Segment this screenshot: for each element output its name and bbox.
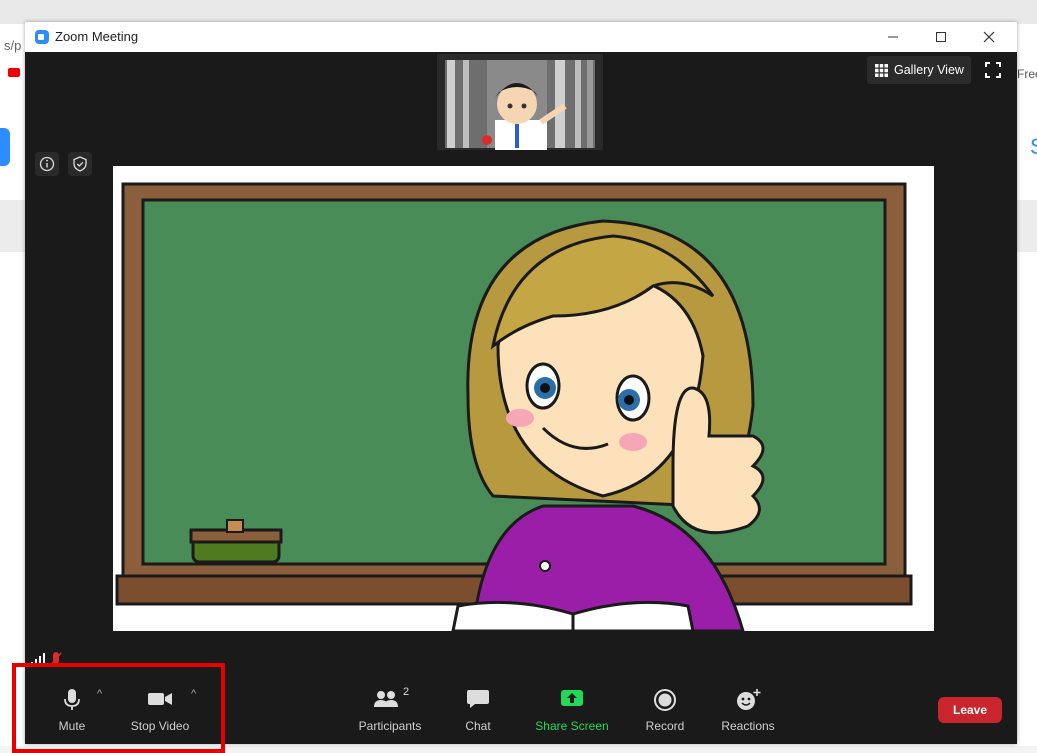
- youtube-icon: [8, 68, 20, 77]
- browser-tab-bar: [0, 0, 1037, 24]
- reactions-icon: [737, 689, 761, 710]
- browser-url-fragment: s/p: [4, 38, 22, 53]
- fullscreen-button[interactable]: [983, 60, 1003, 80]
- zoom-window: Zoom Meeting Gallery View Mute ^ Stop Vi…: [25, 22, 1017, 744]
- chat-label: Chat: [465, 719, 491, 733]
- participant-thumbnail[interactable]: [437, 54, 603, 150]
- minimize-button[interactable]: [873, 26, 913, 48]
- zoom-app-icon: [35, 30, 49, 44]
- title-bar: Zoom Meeting: [25, 22, 1017, 52]
- fullscreen-icon: [985, 62, 1001, 78]
- record-button[interactable]: Record: [640, 684, 690, 740]
- participants-label: Participants: [358, 719, 422, 733]
- participants-icon: [374, 691, 398, 707]
- chat-button[interactable]: Chat: [458, 684, 498, 740]
- minimize-icon: [888, 36, 898, 38]
- security-button[interactable]: [68, 152, 92, 176]
- participants-button[interactable]: 2 Participants: [351, 684, 429, 740]
- main-video-feed: [113, 166, 934, 631]
- browser-right-letter: S: [1030, 134, 1037, 160]
- participant-thumbnail-image: [437, 54, 603, 150]
- leave-button[interactable]: Leave: [938, 697, 1002, 723]
- close-icon: [983, 31, 995, 43]
- share-screen-button[interactable]: Share Screen: [529, 684, 615, 740]
- shield-icon: [73, 156, 87, 172]
- grid-icon: [875, 64, 888, 77]
- meeting-info-button[interactable]: [35, 152, 59, 176]
- chat-icon: [467, 690, 489, 708]
- maximize-icon: [936, 32, 946, 42]
- browser-blue-tab: [0, 128, 10, 166]
- window-title: Zoom Meeting: [55, 29, 139, 44]
- info-icon: [39, 156, 55, 172]
- record-icon: [654, 689, 676, 711]
- highlight-annotation-box: [12, 663, 225, 753]
- share-screen-icon: [561, 690, 583, 706]
- share-screen-label: Share Screen: [535, 719, 609, 733]
- gallery-view-label: Gallery View: [894, 63, 964, 77]
- reactions-button[interactable]: Reactions: [715, 684, 781, 740]
- participants-count: 2: [403, 686, 410, 698]
- record-label: Record: [645, 719, 685, 733]
- gallery-view-button[interactable]: Gallery View: [867, 56, 971, 84]
- maximize-button[interactable]: [921, 26, 961, 48]
- reactions-label: Reactions: [721, 719, 775, 733]
- teacher-chalkboard-illustration: [113, 166, 934, 631]
- browser-right-text: Free: [1017, 67, 1037, 81]
- close-button[interactable]: [969, 26, 1009, 48]
